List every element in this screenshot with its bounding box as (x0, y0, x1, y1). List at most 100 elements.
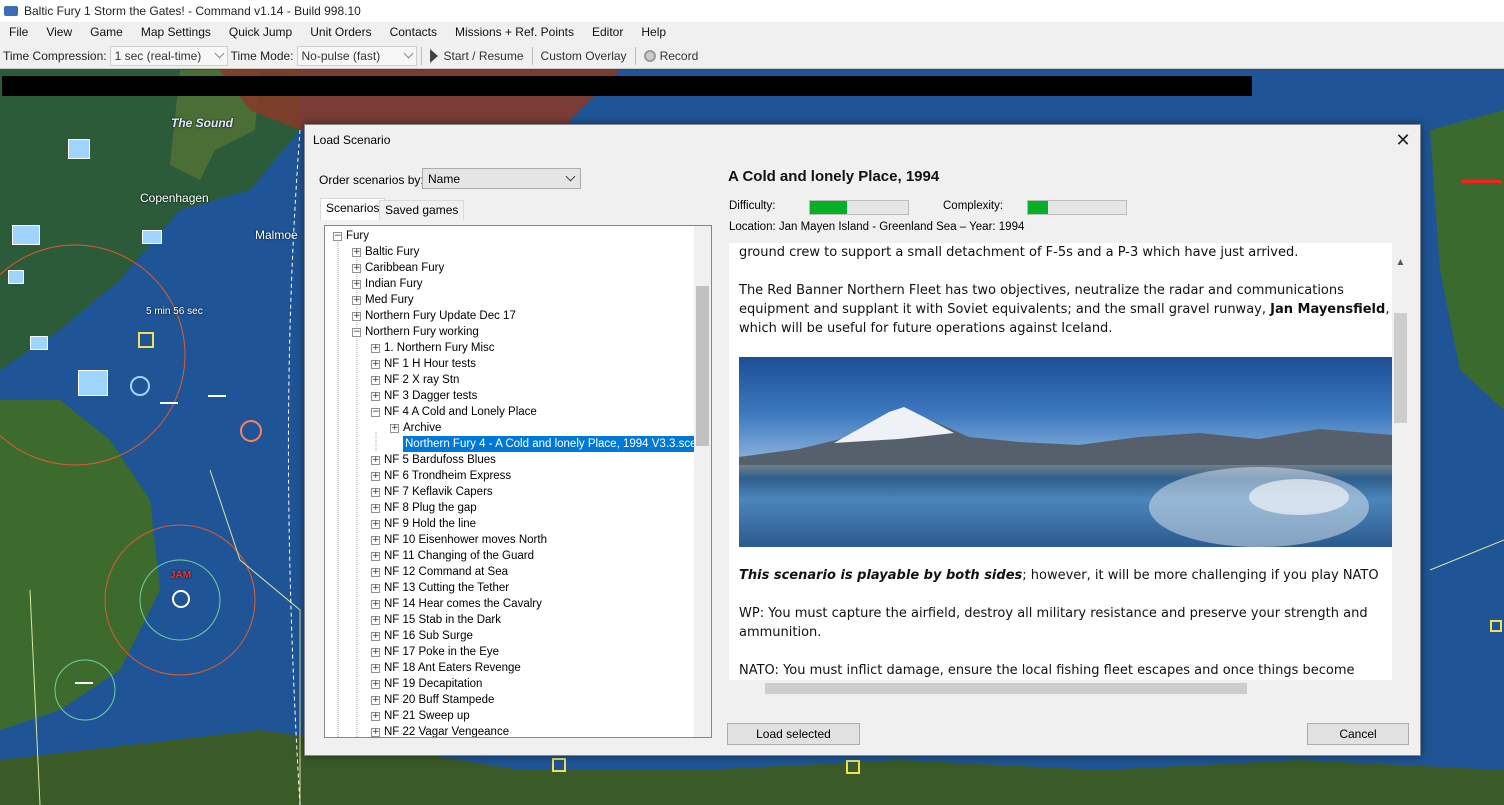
facility-unit-icon[interactable] (8, 270, 24, 284)
menu-file[interactable]: File (0, 22, 37, 43)
ship-unit-icon[interactable] (172, 590, 190, 608)
menu-help[interactable]: Help (632, 22, 675, 43)
tree-item[interactable]: + Med Fury (352, 292, 414, 308)
scenario-description[interactable]: ground crew to support a small detachmen… (729, 243, 1409, 697)
expand-icon[interactable]: + (371, 343, 380, 353)
custom-overlay-button[interactable]: Custom Overlay (537, 49, 631, 63)
tree-item[interactable]: − Fury (333, 228, 369, 244)
menu-editor[interactable]: Editor (583, 22, 632, 43)
tree-scrollbar-thumb[interactable] (696, 286, 709, 446)
tree-item[interactable]: +1. Northern Fury Misc (371, 340, 495, 356)
tree-item[interactable]: + NF 11 Changing of the Guard (371, 548, 534, 564)
expand-icon[interactable]: + (371, 359, 380, 369)
time-mode-select[interactable]: No-pulse (fast) (296, 45, 417, 66)
tree-item[interactable]: + NF 16 Sub Surge (371, 628, 473, 644)
expand-icon[interactable]: + (371, 583, 380, 593)
tree-item[interactable]: + NF 15 Stab in the Dark (371, 612, 501, 628)
waypoint-icon[interactable] (1490, 620, 1502, 632)
order-scenarios-select[interactable]: Name (422, 168, 581, 189)
hostile-ship-icon[interactable] (240, 420, 262, 442)
facility-unit-icon[interactable] (142, 230, 162, 244)
airbase-unit-icon[interactable] (68, 139, 90, 159)
expand-icon[interactable]: + (352, 279, 361, 289)
tree-item[interactable]: + Archive (390, 420, 441, 436)
menu-missions[interactable]: Missions + Ref. Points (446, 22, 583, 43)
chevron-up-icon[interactable]: ▲ (1392, 243, 1409, 268)
tree-item[interactable]: + NF 5 Bardufoss Blues (371, 452, 496, 468)
expand-icon[interactable]: + (371, 567, 380, 577)
expand-icon[interactable]: + (371, 535, 380, 545)
menu-unit-orders[interactable]: Unit Orders (301, 22, 380, 43)
tree-item[interactable]: + NF 3 Dagger tests (371, 388, 477, 404)
ship-unit-icon[interactable] (130, 376, 150, 396)
tree-item[interactable]: + NF 9 Hold the line (371, 516, 476, 532)
tree-item[interactable]: + NF 18 Ant Eaters Revenge (371, 660, 521, 676)
ship-unit-icon[interactable] (208, 395, 226, 411)
menu-view[interactable]: View (37, 22, 81, 43)
start-resume-button[interactable]: Start / Resume (426, 48, 528, 63)
menu-quick-jump[interactable]: Quick Jump (220, 22, 301, 43)
tree-item[interactable]: − Northern Fury working (352, 324, 479, 340)
airbase-unit-icon[interactable] (78, 370, 108, 396)
tree-item[interactable]: + NF 21 Sweep up (371, 708, 470, 724)
scenario-tree[interactable]: − Fury + Baltic Fury + Caribbean Fury + Indian … (324, 225, 712, 738)
description-horizontal-scrollbar[interactable] (729, 680, 1409, 697)
expand-icon[interactable]: + (371, 455, 380, 465)
expand-icon[interactable]: + (352, 295, 361, 305)
tree-item[interactable]: − NF 4 A Cold and Lonely Place (371, 404, 537, 420)
expand-icon[interactable]: + (371, 519, 380, 529)
expand-icon[interactable]: + (371, 695, 380, 705)
tree-item[interactable]: + NF 19 Decapitation (371, 676, 482, 692)
tree-item[interactable]: + NF 13 Cutting the Tether (371, 580, 509, 596)
tree-item[interactable]: + NF 7 Keflavik Capers (371, 484, 493, 500)
waypoint-icon[interactable] (552, 758, 566, 772)
menu-map-settings[interactable]: Map Settings (132, 22, 220, 43)
cancel-button[interactable]: Cancel (1307, 723, 1409, 745)
expand-icon[interactable]: + (371, 727, 380, 737)
tree-item[interactable]: + NF 17 Poke in the Eye (371, 644, 499, 660)
tree-item[interactable]: + NF 10 Eisenhower moves North (371, 532, 547, 548)
waypoint-icon[interactable] (846, 760, 860, 774)
expand-icon[interactable]: + (371, 711, 380, 721)
tree-item[interactable]: + NF 22 Vagar Vengeance (371, 724, 509, 737)
description-vertical-scrollbar[interactable]: ▲ (1392, 243, 1409, 680)
expand-icon[interactable]: + (371, 471, 380, 481)
menu-game[interactable]: Game (81, 22, 132, 43)
expand-icon[interactable]: + (352, 311, 361, 321)
tree-item[interactable]: + Baltic Fury (352, 244, 419, 260)
expand-icon[interactable]: + (352, 263, 361, 273)
time-compression-select[interactable]: 1 sec (real-time) (109, 45, 228, 66)
expand-icon[interactable]: + (371, 631, 380, 641)
facility-unit-icon[interactable] (30, 336, 48, 350)
tree-item[interactable]: + NF 12 Command at Sea (371, 564, 508, 580)
expand-icon[interactable]: + (371, 599, 380, 609)
collapse-icon[interactable]: − (333, 231, 342, 241)
expand-icon[interactable]: + (371, 487, 380, 497)
expand-icon[interactable]: + (371, 647, 380, 657)
tab-saved-games[interactable]: Saved games (379, 200, 465, 220)
tree-item[interactable]: + NF 1 H Hour tests (371, 356, 476, 372)
tree-item[interactable]: + NF 8 Plug the gap (371, 500, 477, 516)
hostile-aircraft-icon[interactable] (1462, 180, 1502, 210)
record-button[interactable]: Record (640, 49, 703, 63)
expand-icon[interactable]: + (371, 679, 380, 689)
tree-item[interactable]: + NF 14 Hear comes the Cavalry (371, 596, 542, 612)
tree-item[interactable]: + NF 6 Trondheim Express (371, 468, 511, 484)
waypoint-icon[interactable] (138, 332, 154, 348)
expand-icon[interactable]: + (371, 663, 380, 673)
tree-item[interactable]: + Northern Fury Update Dec 17 (352, 308, 516, 324)
menu-contacts[interactable]: Contacts (381, 22, 446, 43)
expand-icon[interactable]: + (390, 423, 399, 433)
tree-item[interactable]: + Indian Fury (352, 276, 423, 292)
expand-icon[interactable]: + (371, 503, 380, 513)
tree-item[interactable]: + NF 20 Buff Stampede (371, 692, 494, 708)
tab-scenarios[interactable]: Scenarios (320, 198, 386, 220)
expand-icon[interactable]: + (371, 391, 380, 401)
collapse-icon[interactable]: − (352, 327, 361, 337)
close-icon[interactable]: ✕ (1392, 129, 1414, 151)
tree-item[interactable]: + Caribbean Fury (352, 260, 444, 276)
ship-unit-icon[interactable] (75, 682, 93, 696)
tree-item[interactable]: + NF 2 X ray Stn (371, 372, 459, 388)
description-vscroll-thumb[interactable] (1394, 313, 1407, 423)
collapse-icon[interactable]: − (371, 407, 380, 417)
